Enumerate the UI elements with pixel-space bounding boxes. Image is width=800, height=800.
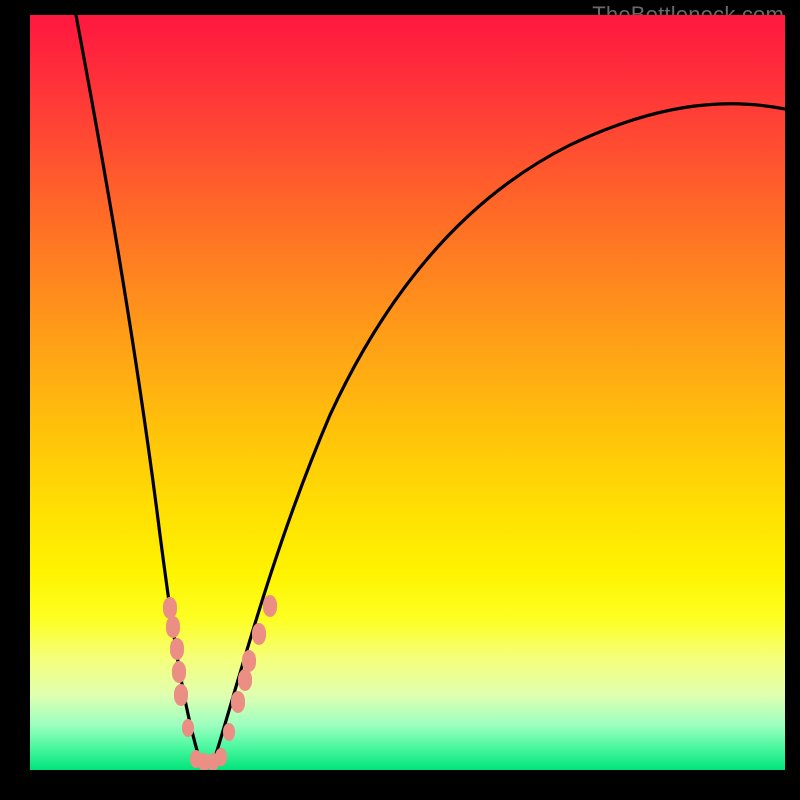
- curve-layer: [30, 15, 785, 770]
- curve-right-branch: [212, 104, 785, 767]
- marker-left-4: [172, 661, 186, 683]
- marker-left-3: [170, 638, 184, 660]
- marker-right-1: [223, 723, 235, 741]
- marker-left-2: [166, 616, 180, 638]
- marker-bottom-4: [215, 748, 227, 766]
- marker-right-4: [242, 650, 256, 672]
- marker-right-3: [238, 669, 252, 691]
- marker-right-2: [231, 691, 245, 713]
- plot-area: [30, 15, 785, 770]
- marker-left-6: [182, 719, 194, 737]
- marker-right-6: [263, 595, 277, 617]
- marker-left-5: [174, 684, 188, 706]
- chart-frame: TheBottleneck.com: [0, 0, 800, 800]
- marker-right-5: [252, 623, 266, 645]
